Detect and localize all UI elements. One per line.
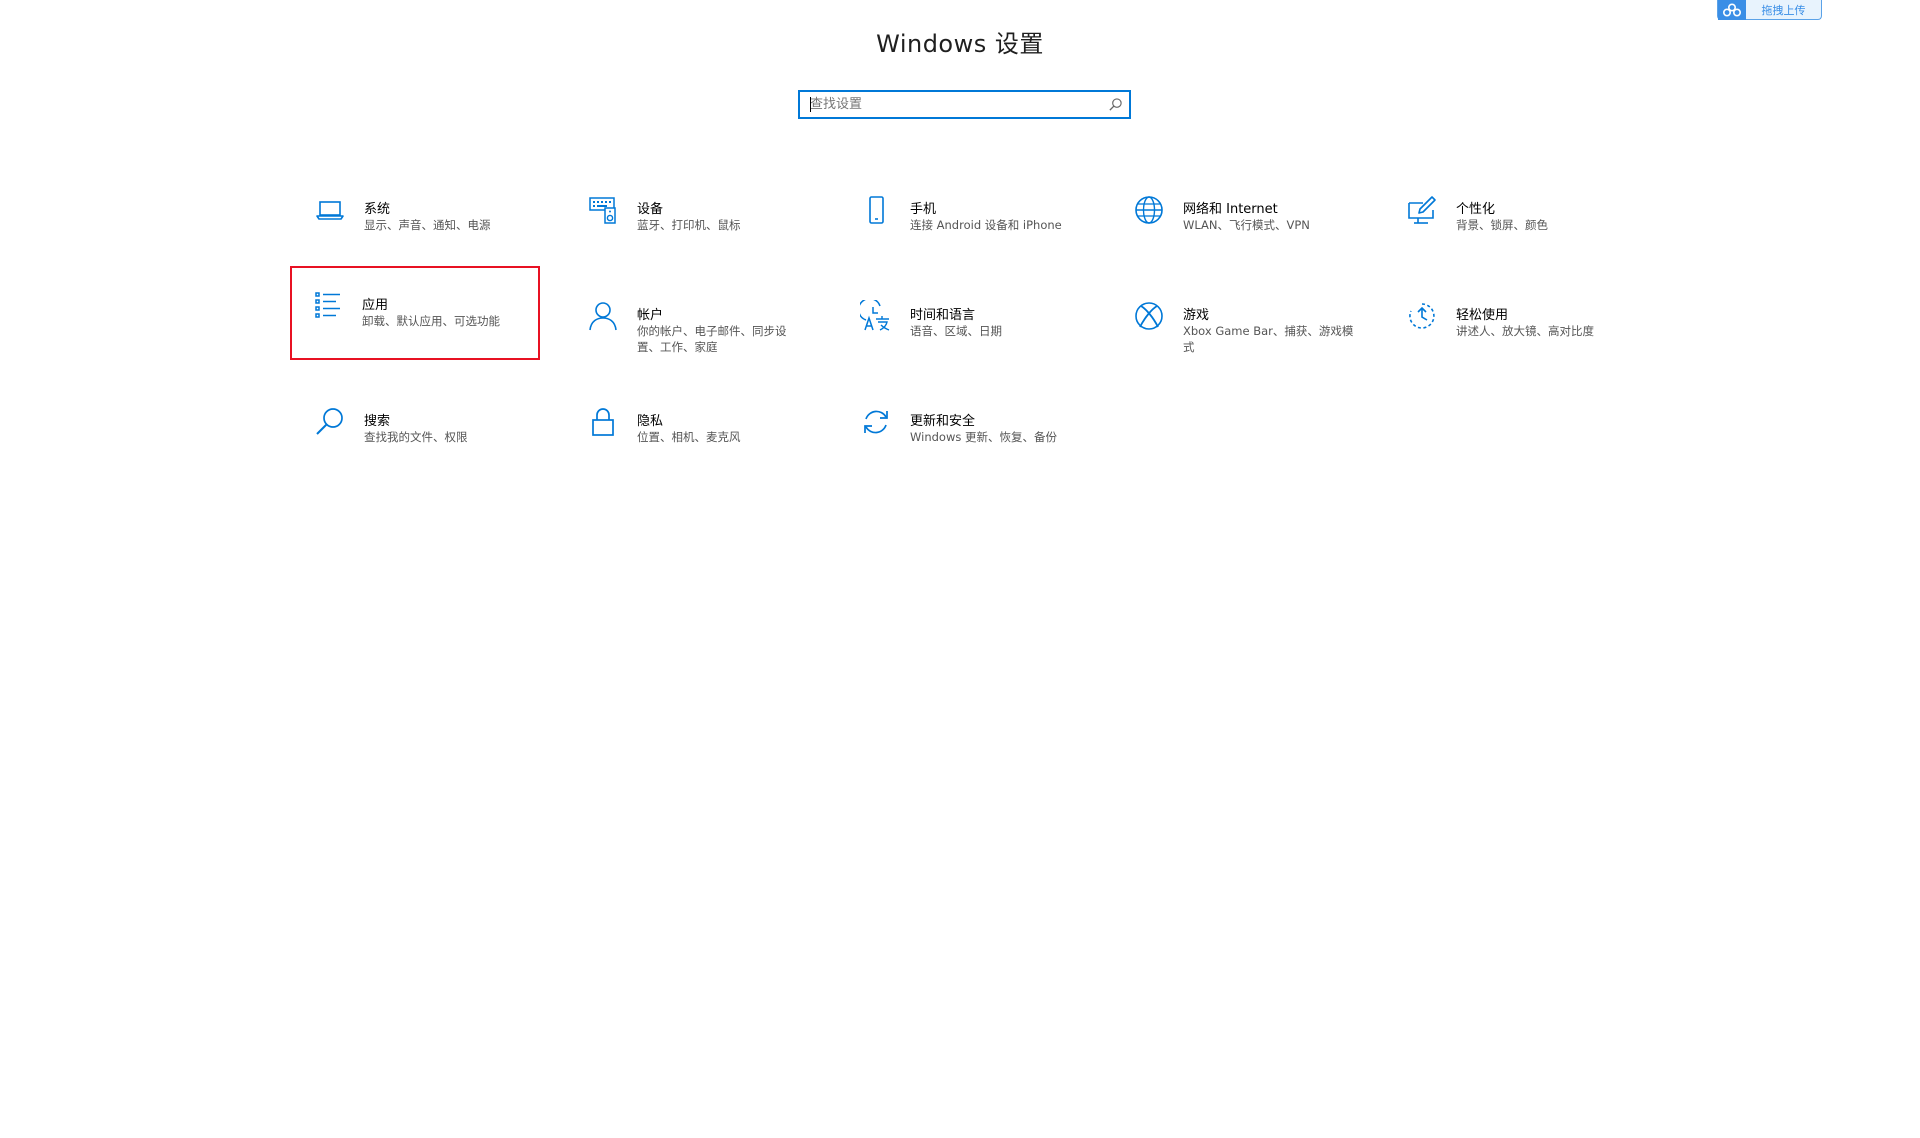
tile-name: 手机: [910, 202, 937, 217]
text-caret: [810, 97, 811, 112]
tile-name: 设备: [637, 202, 664, 217]
tile-apps[interactable]: 应用 卸载、默认应用、可选功能: [290, 266, 540, 360]
upload-label: 拖拽上传: [1761, 3, 1806, 17]
person-icon: [589, 302, 617, 331]
tile-description: 位置、相机、麦克风: [637, 430, 741, 444]
tile-ease-of-access[interactable]: 轻松使用 讲述人、放大镜、高对比度: [1384, 276, 1630, 368]
tile-name: 个性化: [1456, 202, 1496, 217]
tile-name: 帐户: [637, 308, 664, 323]
apps-list-icon: [315, 292, 340, 318]
tile-devices[interactable]: 设备 蓝牙、打印机、鼠标: [565, 170, 811, 262]
tile-name: 更新和安全: [910, 414, 976, 429]
tile-name: 隐私: [637, 414, 664, 429]
time-language-icon: [860, 300, 890, 331]
settings-page: Windows 设置 拖拽上传 系统 显示、声音、通知、电源: [0, 0, 1920, 1138]
tile-network[interactable]: 网络和 Internet WLAN、飞行模式、VPN: [1111, 170, 1357, 262]
tile-name: 轻松使用: [1456, 308, 1509, 323]
tile-gaming[interactable]: 游戏 Xbox Game Bar、捕获、游戏模式: [1111, 276, 1357, 368]
ease-of-access-icon: [1409, 303, 1435, 329]
tile-name: 应用: [362, 298, 389, 313]
tile-accounts[interactable]: 帐户 你的帐户、电子邮件、同步设置、工作、家庭: [565, 276, 811, 368]
lock-icon: [592, 408, 614, 436]
tile-description: 你的帐户、电子邮件、同步设置、工作、家庭: [637, 324, 787, 354]
tile-name: 网络和 Internet: [1183, 202, 1278, 217]
tile-description: 查找我的文件、权限: [364, 430, 468, 444]
tile-name: 系统: [364, 202, 391, 217]
tile-description: 蓝牙、打印机、鼠标: [637, 218, 741, 232]
tile-phone[interactable]: 手机 连接 Android 设备和 iPhone: [838, 170, 1084, 262]
page-title: Windows 设置: [876, 30, 1044, 58]
tile-privacy[interactable]: 隐私 位置、相机、麦克风: [565, 382, 811, 474]
tile-description: Xbox Game Bar、捕获、游戏模式: [1183, 324, 1354, 354]
search-icon[interactable]: [1108, 97, 1123, 112]
search-field[interactable]: [798, 90, 1131, 119]
sync-icon: [864, 410, 888, 434]
tile-description: WLAN、飞行模式、VPN: [1183, 218, 1310, 232]
tile-search[interactable]: 搜索 查找我的文件、权限: [292, 382, 538, 474]
tile-time-language[interactable]: 时间和语言 语音、区域、日期: [838, 276, 1084, 368]
tile-description: 卸载、默认应用、可选功能: [362, 314, 500, 328]
globe-icon: [1135, 196, 1163, 224]
drag-upload-button[interactable]: 拖拽上传: [1717, 0, 1822, 20]
keyboard-speaker-icon: [589, 197, 616, 224]
tile-description: 显示、声音、通知、电源: [364, 218, 491, 232]
tile-name: 时间和语言: [910, 308, 976, 323]
search-input[interactable]: [810, 92, 1100, 117]
tile-description: 连接 Android 设备和 iPhone: [910, 218, 1062, 232]
laptop-icon: [316, 201, 344, 220]
tile-description: 背景、锁屏、颜色: [1456, 218, 1548, 232]
tile-update-security[interactable]: 更新和安全 Windows 更新、恢复、备份: [838, 382, 1084, 474]
tile-personalization[interactable]: 个性化 背景、锁屏、颜色: [1384, 170, 1630, 262]
tile-system[interactable]: 系统 显示、声音、通知、电源: [292, 170, 538, 262]
paint-icon: [1408, 196, 1436, 224]
tile-description: 语音、区域、日期: [910, 324, 1002, 338]
search-magnifier-icon: [316, 408, 343, 435]
phone-icon: [869, 196, 884, 224]
tile-description: 讲述人、放大镜、高对比度: [1456, 324, 1594, 338]
xbox-icon: [1135, 302, 1163, 330]
tile-name: 搜索: [364, 414, 391, 429]
cloud-icon: [1718, 0, 1746, 20]
tile-name: 游戏: [1183, 308, 1210, 323]
tile-description: Windows 更新、恢复、备份: [910, 430, 1057, 444]
